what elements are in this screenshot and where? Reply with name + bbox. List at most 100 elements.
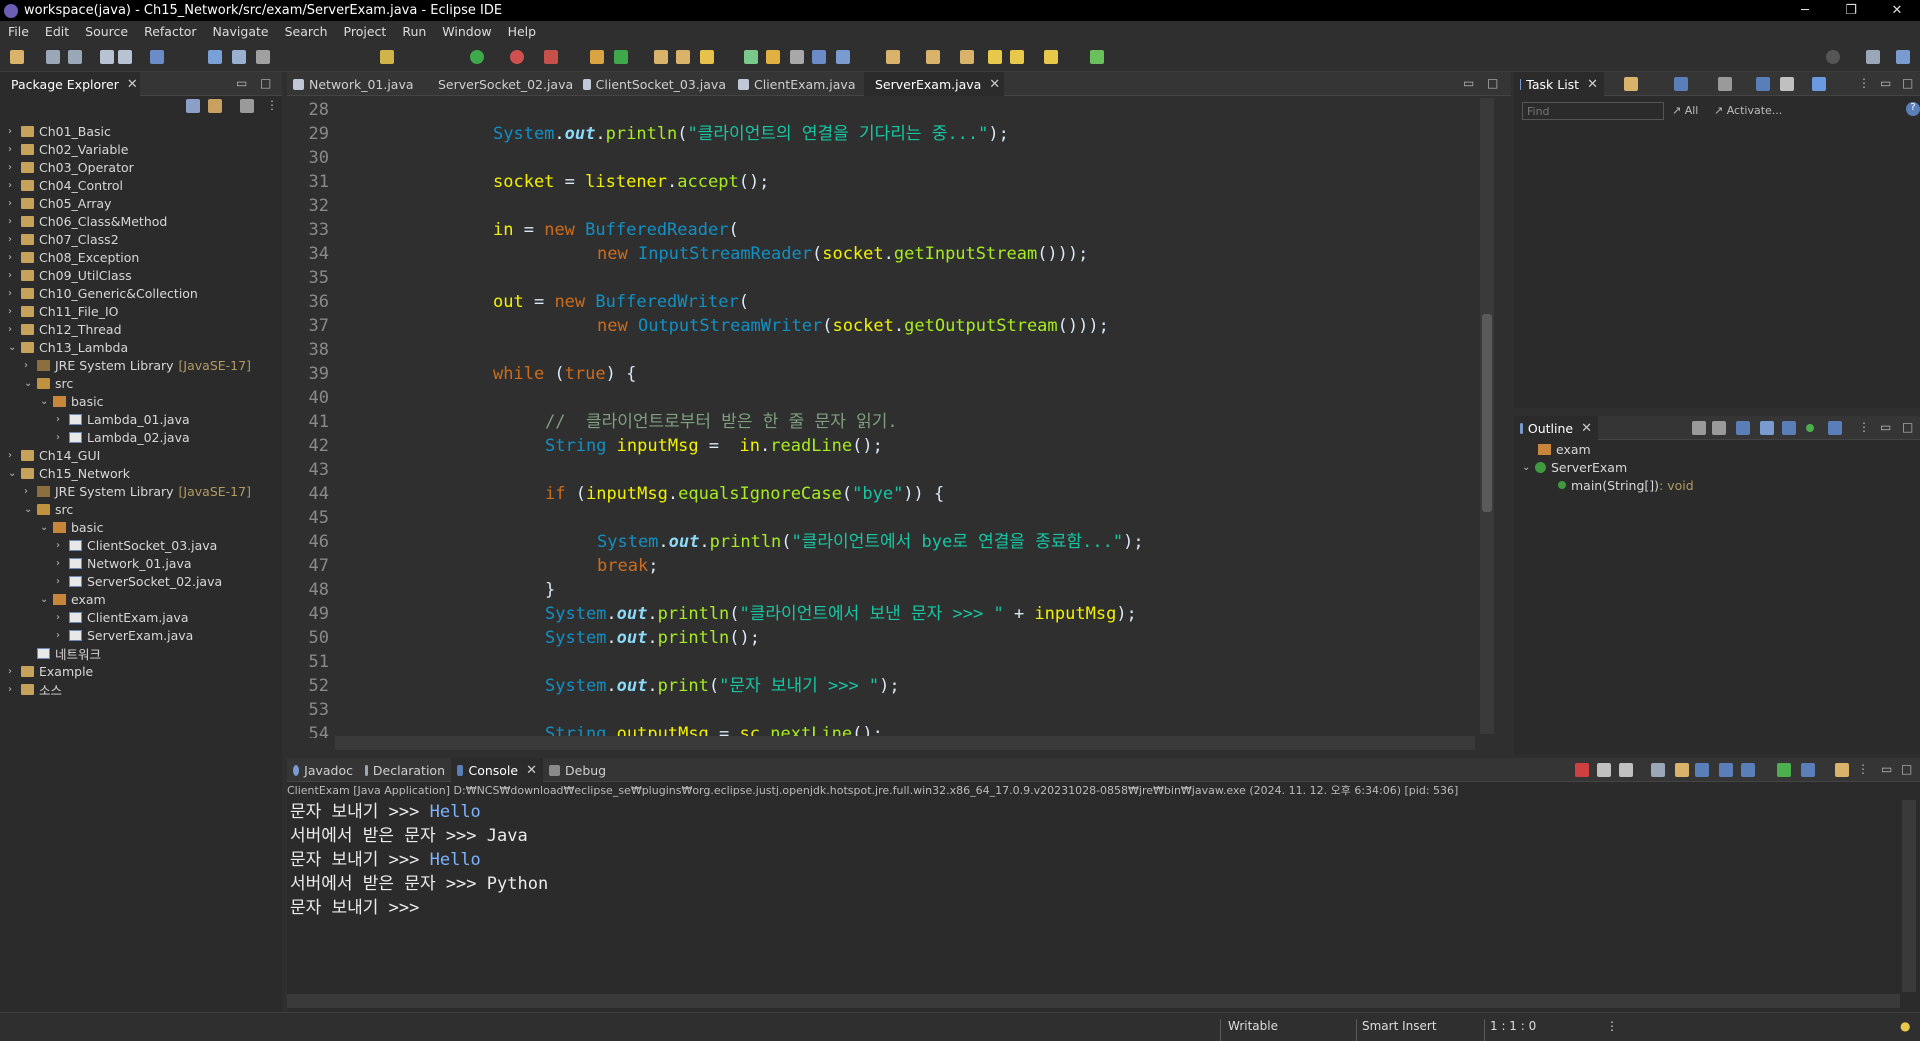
clear-console-icon[interactable] xyxy=(1651,763,1665,777)
maximize-view-icon[interactable]: □ xyxy=(1902,76,1913,90)
open-task-icon[interactable] xyxy=(676,50,690,64)
code-editor[interactable]: 28 29 30 31 32 33 34 35 36 37 38 39 40 4… xyxy=(287,98,1480,738)
pin-editor-icon[interactable] xyxy=(1090,50,1104,64)
menu-help[interactable]: Help xyxy=(500,24,545,39)
tree-item-jre[interactable]: › JRE System Library [JavaSE-17] xyxy=(24,482,251,500)
tree-item-ch11[interactable]: › Ch11_File_IO xyxy=(8,302,119,320)
minimize-view-icon[interactable]: ▭ xyxy=(236,76,247,90)
menu-search[interactable]: Search xyxy=(277,24,336,39)
hide-local-types-icon[interactable] xyxy=(1806,424,1814,432)
tree-item-jre[interactable]: › JRE System Library [JavaSE-17] xyxy=(24,356,251,374)
search-tool-icon[interactable] xyxy=(700,50,714,64)
maximize-view-icon[interactable]: □ xyxy=(1487,76,1498,90)
tree-item-package[interactable]: ⌄ basic xyxy=(40,392,103,410)
next-annotation-icon[interactable] xyxy=(886,50,900,64)
new-icon[interactable] xyxy=(10,50,24,64)
tree-item-example[interactable]: › Example xyxy=(8,662,93,680)
mark-occurrences-icon[interactable] xyxy=(836,50,850,64)
link-editor-icon[interactable] xyxy=(1828,421,1842,435)
minimize-view-icon[interactable]: ▭ xyxy=(1880,76,1891,90)
tree-item-file[interactable]: › Lambda_02.java xyxy=(56,428,190,446)
last-edit-icon[interactable] xyxy=(960,50,974,64)
maximize-view-icon[interactable]: □ xyxy=(1902,420,1913,434)
open-perspective-icon[interactable] xyxy=(1866,50,1880,64)
tab-clientsocket-03[interactable]: ClientSocket_03.java xyxy=(577,72,732,96)
close-icon[interactable]: ✕ xyxy=(127,77,138,92)
tree-item-text-file[interactable]: 네트워크 xyxy=(24,644,101,662)
tab-clientexam[interactable]: ClientExam.java xyxy=(732,72,864,96)
outline-item-package[interactable]: exam xyxy=(1538,440,1591,458)
menu-navigate[interactable]: Navigate xyxy=(205,24,277,39)
menu-file[interactable]: File xyxy=(0,24,37,39)
remove-all-icon[interactable] xyxy=(1619,763,1633,777)
save-all-icon[interactable] xyxy=(68,50,82,64)
minimize-view-icon[interactable]: ▭ xyxy=(1463,76,1474,90)
tree-item-ch07[interactable]: › Ch07_Class2 xyxy=(8,230,119,248)
terminal-icon[interactable] xyxy=(150,50,164,64)
task-find-input[interactable] xyxy=(1522,102,1664,120)
scroll-lock-icon[interactable] xyxy=(1675,763,1689,777)
all-filter[interactable]: ↗ All xyxy=(1672,104,1698,117)
display-console-icon[interactable] xyxy=(1801,763,1815,777)
show-stdout-icon[interactable] xyxy=(1719,763,1733,777)
focus-icon[interactable] xyxy=(1718,77,1732,91)
skip-breakpoints-icon[interactable] xyxy=(380,50,394,64)
tree-item-ch06[interactable]: › Ch06_Class&Method xyxy=(8,212,167,230)
tree-item-ch08[interactable]: › Ch08_Exception xyxy=(8,248,139,266)
tree-item-ch15[interactable]: ⌄ Ch15_Network xyxy=(8,464,130,482)
external-tools-icon[interactable] xyxy=(544,50,558,64)
tree-item-ch14[interactable]: › Ch14_GUI xyxy=(8,446,100,464)
tree-item-file[interactable]: › Lambda_01.java xyxy=(56,410,190,428)
tab-debug[interactable]: Debug xyxy=(543,758,615,782)
terminate-icon[interactable] xyxy=(1575,763,1589,777)
close-icon[interactable]: ✕ xyxy=(989,77,1000,92)
view-menu-icon[interactable]: ⋮ xyxy=(266,98,278,112)
tree-item-package[interactable]: ⌄ exam xyxy=(40,590,106,608)
pin-console-icon[interactable] xyxy=(1777,763,1791,777)
menu-edit[interactable]: Edit xyxy=(37,24,77,39)
open-console-icon[interactable] xyxy=(1835,763,1849,777)
new-package-icon[interactable] xyxy=(614,50,628,64)
tree-item-package[interactable]: ⌄ basic xyxy=(40,518,103,536)
tab-serverexam[interactable]: ServerExam.java ✕ xyxy=(864,72,1004,96)
resume-icon[interactable] xyxy=(208,50,222,64)
toggle-breadcrumb-icon[interactable] xyxy=(812,50,826,64)
view-menu-icon[interactable]: ⋮ xyxy=(1858,420,1870,434)
editor-horizontal-scrollbar[interactable] xyxy=(335,736,1475,750)
tree-item-ch03[interactable]: › Ch03_Operator xyxy=(8,158,134,176)
view-menu-icon[interactable]: ⋮ xyxy=(1857,762,1869,776)
close-icon[interactable]: ✕ xyxy=(1581,421,1592,436)
save-icon[interactable] xyxy=(46,50,60,64)
outline-item-class[interactable]: ⌄ ServerExam xyxy=(1522,458,1627,476)
hide-static-icon[interactable] xyxy=(1760,421,1774,435)
terminate-icon[interactable] xyxy=(256,50,270,64)
tree-item-ch02[interactable]: › Ch02_Variable xyxy=(8,140,128,158)
tip-icon[interactable]: ● xyxy=(1900,1019,1910,1033)
tab-outline[interactable]: Outline ✕ xyxy=(1514,416,1598,440)
restore-icon[interactable]: ❐ xyxy=(1828,0,1874,21)
tree-item-ch01[interactable]: › Ch01_Basic xyxy=(8,122,111,140)
back-icon[interactable] xyxy=(988,50,1002,64)
tab-task-list[interactable]: Task List ✕ xyxy=(1514,72,1604,96)
console-horizontal-scrollbar[interactable] xyxy=(287,994,1900,1008)
redo-icon[interactable] xyxy=(118,50,132,64)
maximize-view-icon[interactable]: □ xyxy=(260,76,271,90)
tree-item-file[interactable]: › Network_01.java xyxy=(56,554,192,572)
console-vertical-scrollbar[interactable] xyxy=(1902,800,1916,992)
minimize-view-icon[interactable]: ▭ xyxy=(1880,420,1891,434)
tree-item-src[interactable]: ⌄ src xyxy=(24,374,73,392)
tree-item-ch05[interactable]: › Ch05_Array xyxy=(8,194,111,212)
tab-console[interactable]: Console ✕ xyxy=(451,758,543,782)
help-icon[interactable]: ? xyxy=(1906,102,1920,116)
remove-launch-icon[interactable] xyxy=(1597,763,1611,777)
minimize-icon[interactable]: ─ xyxy=(1782,0,1828,21)
close-icon[interactable]: ✕ xyxy=(1587,77,1598,92)
search-icon[interactable] xyxy=(1826,50,1840,64)
editor-vertical-scrollbar[interactable] xyxy=(1480,98,1494,734)
prev-annotation-icon[interactable] xyxy=(926,50,940,64)
close-icon[interactable]: ✕ xyxy=(526,763,537,778)
status-menu-icon[interactable]: ⋮ xyxy=(1606,1019,1618,1033)
forward-icon[interactable] xyxy=(1044,50,1058,64)
hide-nonpublic-icon[interactable] xyxy=(1782,421,1796,435)
maximize-view-icon[interactable]: □ xyxy=(1901,762,1912,776)
